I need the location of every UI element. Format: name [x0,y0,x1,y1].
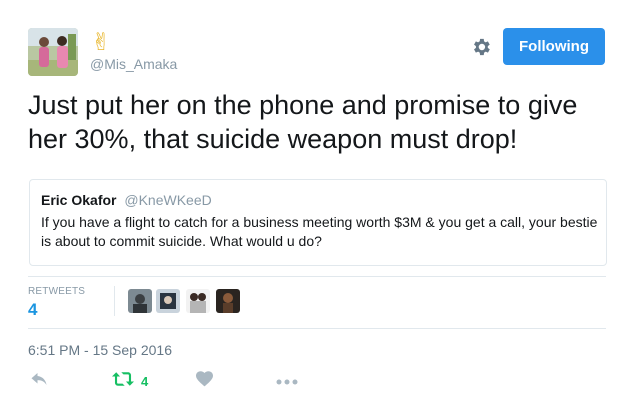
quoted-tweet-header: Eric Okafor @KneWKeeD [41,192,212,208]
gear-icon[interactable] [470,36,492,58]
reply-icon [30,371,48,392]
retweeter-avatar[interactable] [186,289,210,313]
tweet-timestamp[interactable]: 6:51 PM - 15 Sep 2016 [28,342,172,358]
retweeter-avatar[interactable] [128,289,152,313]
tweet-text: Just put her on the phone and promise to… [28,90,578,154]
reply-button[interactable] [30,372,48,390]
tweet-card: ✌ @Mis_Amaka Following Just put her on t… [0,0,640,414]
more-button[interactable] [276,372,298,390]
quoted-tweet-text: If you have a flight to catch for a busi… [41,214,598,249]
like-button[interactable] [196,370,213,392]
retweet-action-count: 4 [141,373,149,389]
retweet-button[interactable]: 4 [112,371,149,392]
retweets-count[interactable]: 4 [28,300,37,320]
more-icon [276,372,298,390]
quoted-author-name: Eric Okafor [41,192,117,208]
heart-icon [196,370,213,392]
following-button[interactable]: Following [503,28,605,65]
quoted-author-handle: @KneWKeeD [124,192,212,208]
author-avatar[interactable] [28,28,78,76]
retweeter-avatar[interactable] [216,289,240,313]
divider [28,328,606,329]
retweeter-avatar[interactable] [156,289,180,313]
author-name[interactable]: ✌ [91,30,111,54]
author-handle[interactable]: @Mis_Amaka [90,56,177,72]
quoted-tweet[interactable]: Eric Okafor @KneWKeeD If you have a flig… [29,179,607,266]
retweets-label: RETWEETS [28,286,86,297]
divider [28,276,606,277]
retweet-icon [112,371,134,392]
stats-separator [114,286,115,316]
